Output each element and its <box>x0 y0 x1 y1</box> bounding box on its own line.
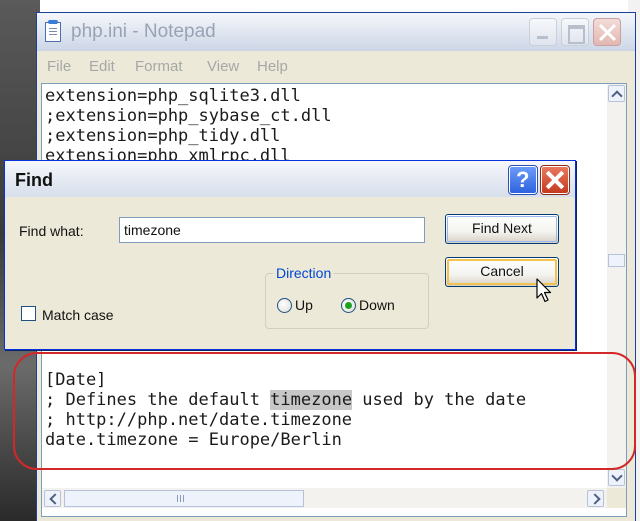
find-dialog-titlebar[interactable]: Find ? <box>5 161 575 197</box>
code-line: ;extension=php_sybase_ct.dll <box>45 106 332 126</box>
vertical-scroll-thumb[interactable] <box>608 254 625 267</box>
direction-label: Direction <box>273 265 335 281</box>
code-line: extension=php_sqlite3.dll <box>45 86 301 106</box>
close-icon[interactable] <box>540 165 570 195</box>
help-icon[interactable]: ? <box>508 165 538 195</box>
help-symbol: ? <box>516 167 530 192</box>
find-dialog: Find ? Find what: timezone Find Next Can… <box>4 160 576 350</box>
horizontal-scrollbar[interactable] <box>42 488 607 508</box>
menu-file[interactable]: File <box>47 58 71 75</box>
code-line: ;extension=php_tidy.dll <box>45 126 281 146</box>
minimize-icon[interactable] <box>529 18 557 46</box>
direction-down-radio[interactable] <box>341 298 356 313</box>
close-icon[interactable] <box>593 18 621 46</box>
maximize-icon[interactable] <box>561 18 589 46</box>
find-dialog-title: Find <box>15 170 53 190</box>
size-grip[interactable] <box>607 488 626 508</box>
notepad-menubar: File Edit Format View Help <box>37 51 635 81</box>
direction-down-label[interactable]: Down <box>359 297 395 313</box>
menu-help[interactable]: Help <box>257 58 288 75</box>
notepad-icon <box>45 20 61 42</box>
annotation-highlight-ellipse <box>13 352 636 470</box>
direction-up-radio[interactable] <box>277 298 292 313</box>
menu-edit[interactable]: Edit <box>89 58 115 75</box>
menu-view[interactable]: View <box>207 58 239 75</box>
direction-up-label[interactable]: Up <box>295 297 313 313</box>
scroll-left-icon[interactable] <box>44 490 61 507</box>
match-case-label[interactable]: Match case <box>42 307 114 323</box>
find-next-button[interactable]: Find Next <box>445 214 559 244</box>
menu-format[interactable]: Format <box>135 58 183 75</box>
grip-icon <box>177 495 185 502</box>
find-next-label: Find Next <box>472 220 532 236</box>
scroll-up-icon[interactable] <box>608 85 625 102</box>
match-case-checkbox[interactable] <box>21 306 36 321</box>
find-what-input[interactable]: timezone <box>119 217 425 243</box>
notepad-titlebar[interactable]: php.ini - Notepad <box>37 13 635 51</box>
cancel-label: Cancel <box>480 263 524 279</box>
scroll-down-icon[interactable] <box>608 469 625 486</box>
find-what-label: Find what: <box>19 223 84 239</box>
horizontal-scroll-thumb[interactable] <box>64 490 304 507</box>
scroll-right-icon[interactable] <box>587 490 604 507</box>
notepad-title: php.ini - Notepad <box>71 21 216 42</box>
cursor-icon <box>536 278 552 303</box>
